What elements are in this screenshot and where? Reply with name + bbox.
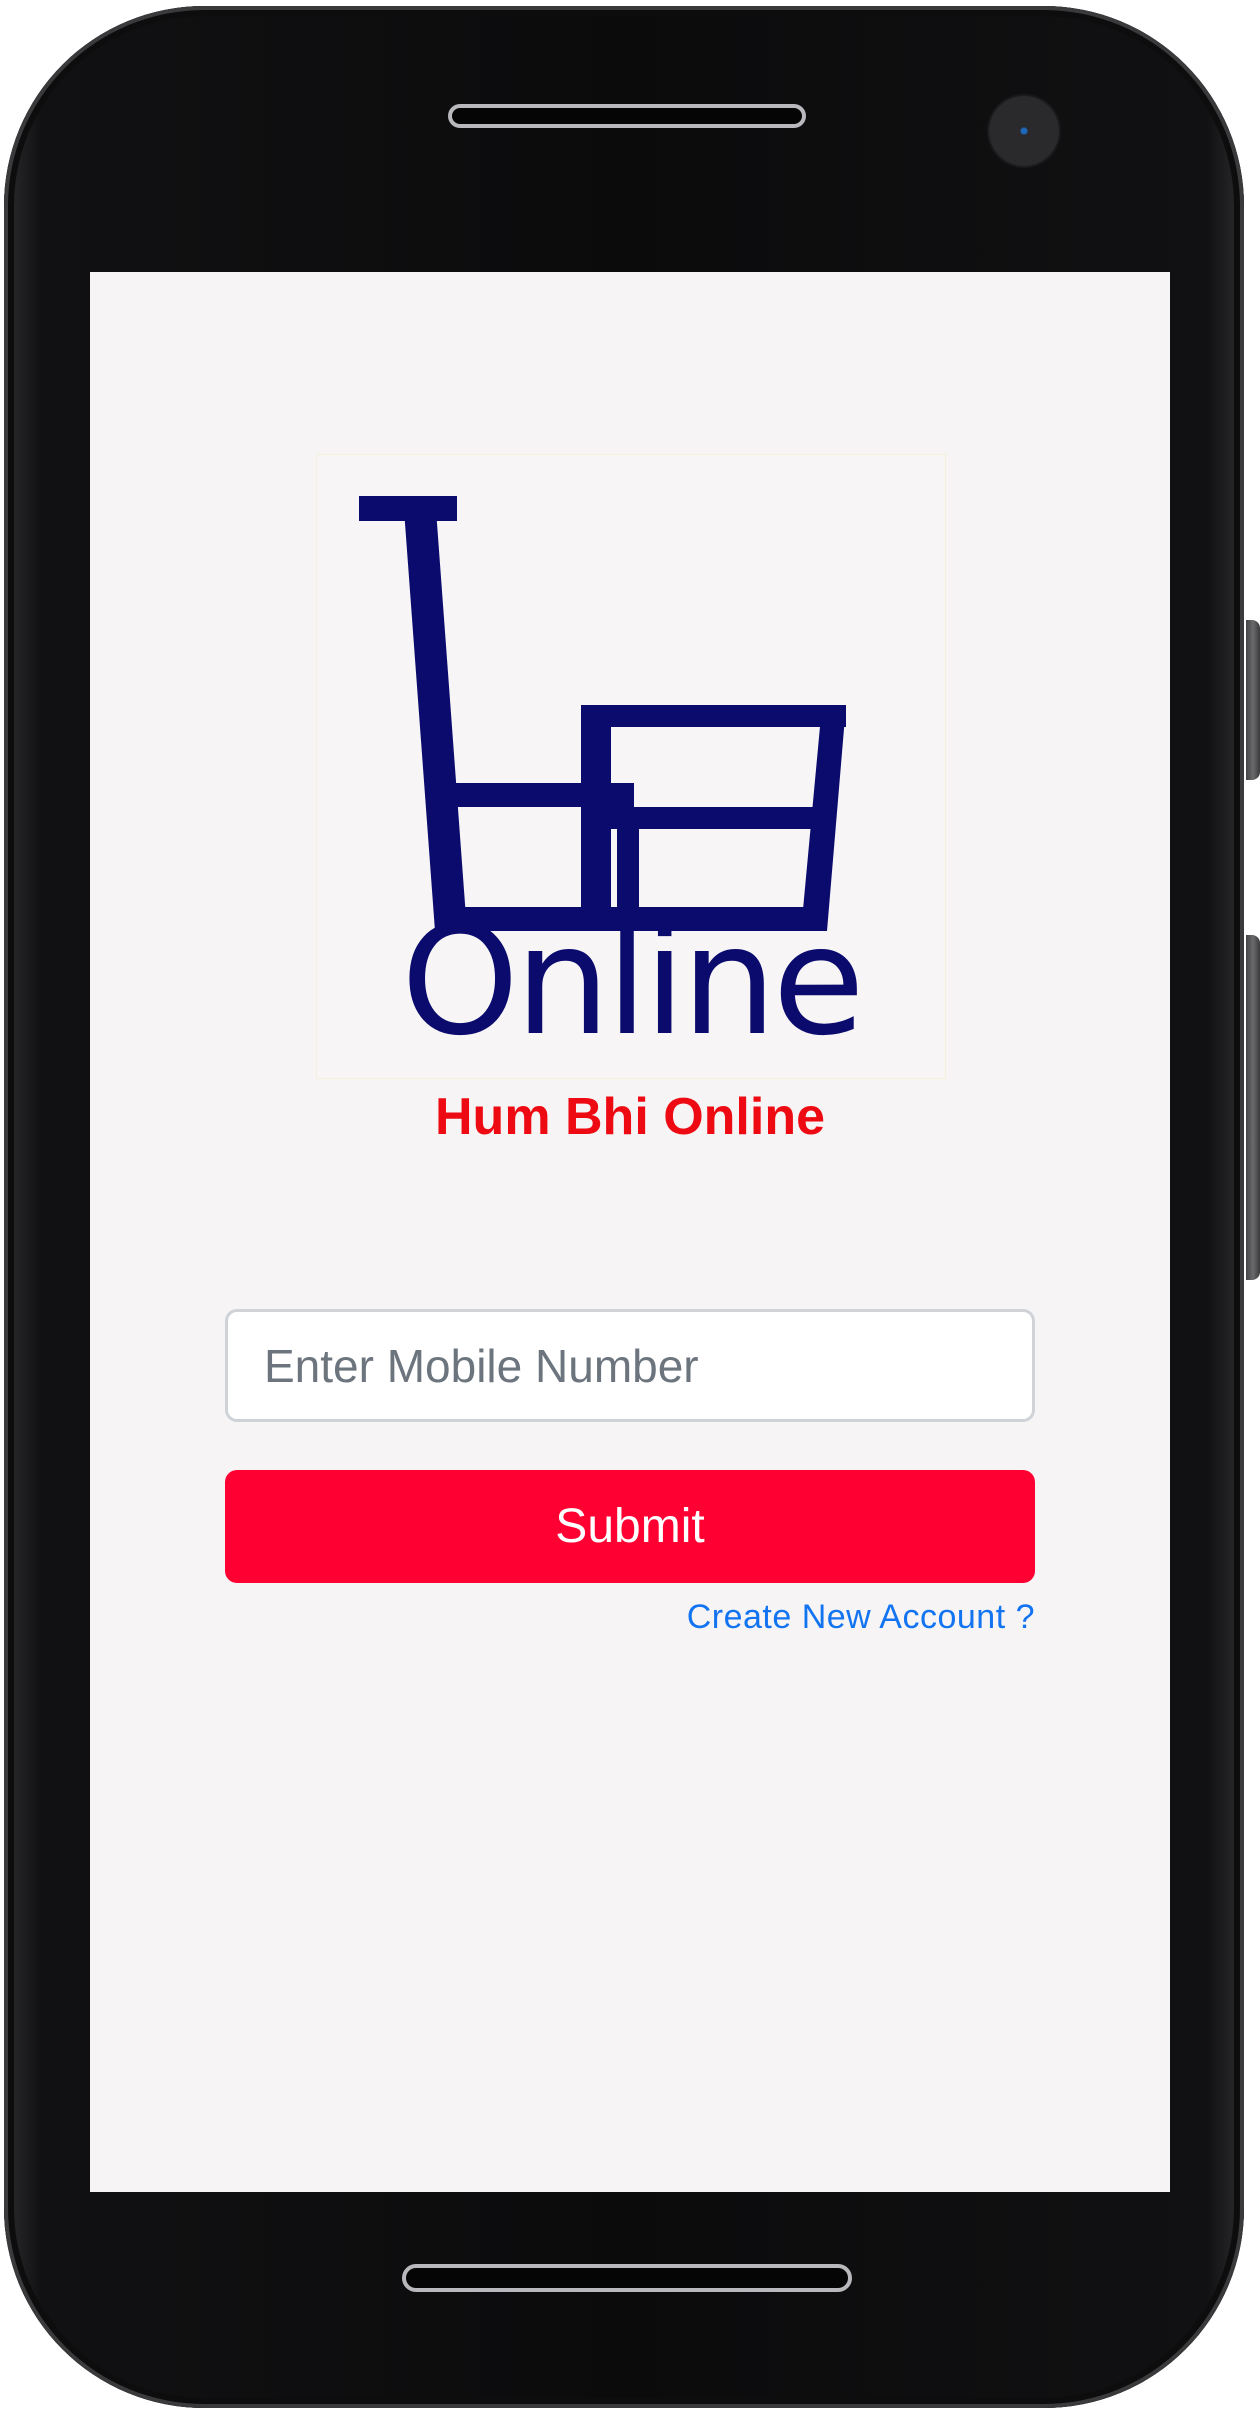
front-camera xyxy=(989,96,1059,166)
app-title: Hum Bhi Online xyxy=(435,1088,825,1146)
device-frame: Online Hum Bhi Online Submit Create New … xyxy=(0,0,1260,2415)
home-indicator xyxy=(402,2264,852,2292)
svg-text:Online: Online xyxy=(401,895,861,1069)
power-button xyxy=(1246,935,1260,1280)
submit-button[interactable]: Submit xyxy=(225,1470,1035,1583)
app-screen: Online Hum Bhi Online Submit Create New … xyxy=(90,272,1170,2192)
earpiece-speaker xyxy=(448,104,806,128)
shopping-cart-logo-icon: Online xyxy=(359,496,865,1069)
mobile-number-input[interactable] xyxy=(225,1309,1035,1422)
create-account-link[interactable]: Create New Account ? xyxy=(687,1598,1035,1637)
volume-button xyxy=(1246,620,1260,780)
app-logo: Online xyxy=(316,454,946,1079)
